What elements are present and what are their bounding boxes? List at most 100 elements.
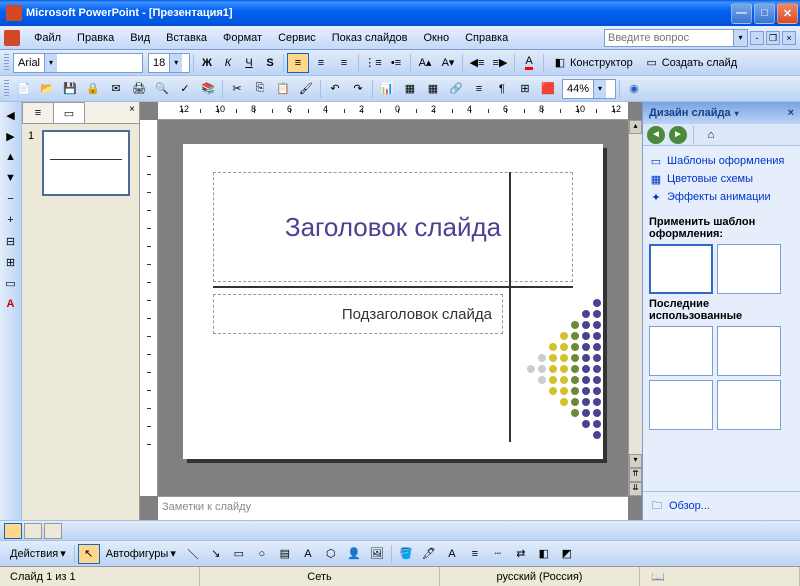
notes-pane[interactable]: Заметки к слайду	[158, 496, 628, 520]
numbering-button[interactable]: ⋮≡	[362, 53, 384, 73]
italic-button[interactable]: К	[218, 53, 238, 73]
insert-table-button[interactable]: ▦	[399, 79, 421, 99]
horizontal-ruler[interactable]: 12108642024681012	[158, 102, 628, 120]
ask-dropdown[interactable]: ▾	[734, 29, 748, 47]
outline-tab[interactable]: ≡	[22, 102, 54, 123]
diagram-button[interactable]: ⬡	[320, 544, 342, 564]
research-button[interactable]: 📚	[197, 79, 219, 99]
next-slide-button[interactable]: ⇊	[629, 482, 642, 496]
demote-button[interactable]: ▶	[1, 127, 21, 145]
template-thumb-3[interactable]	[649, 326, 713, 376]
move-up-button[interactable]: ▲	[1, 148, 21, 166]
menu-format[interactable]: Формат	[215, 29, 270, 47]
redo-button[interactable]: ↷	[347, 79, 369, 99]
format-painter-button[interactable]: 🖌	[295, 79, 317, 99]
decrease-font-button[interactable]: A▾	[437, 53, 459, 73]
menu-slideshow[interactable]: Показ слайдов	[324, 29, 416, 47]
font-color-button-2[interactable]: A	[441, 544, 463, 564]
menu-tools[interactable]: Сервис	[270, 29, 324, 47]
vertical-scrollbar[interactable]: ▴ ▾ ⇈ ⇊	[628, 120, 642, 496]
rectangle-button[interactable]: ▭	[228, 544, 250, 564]
toolbar-grip[interactable]	[4, 54, 9, 72]
color-schemes-link[interactable]: ▦Цветовые схемы	[649, 170, 794, 188]
menu-window[interactable]: Окно	[416, 29, 458, 47]
draw-actions-button[interactable]: Действия ▾	[5, 544, 71, 564]
toolbar-grip-2[interactable]	[4, 80, 9, 98]
expand-all-button[interactable]: ≡	[468, 79, 490, 99]
new-button[interactable]: 📄	[13, 79, 35, 99]
menu-insert[interactable]: Вставка	[158, 29, 215, 47]
collapse-button[interactable]: −	[1, 190, 21, 208]
3d-style-button[interactable]: ◩	[556, 544, 578, 564]
line-color-button[interactable]: 🖊	[418, 544, 440, 564]
nav-back-button[interactable]: ◄	[647, 126, 665, 144]
show-grid-button[interactable]: ⊞	[514, 79, 536, 99]
picture-button[interactable]: 🖼	[366, 544, 388, 564]
prev-slide-button[interactable]: ⇈	[629, 468, 642, 482]
slide-canvas[interactable]: Заголовок слайда Подзаголовок слайда	[158, 120, 628, 496]
arrow-button[interactable]: ↘	[205, 544, 227, 564]
text-shadow-button[interactable]: S	[260, 53, 280, 73]
spelling-button[interactable]: ✓	[174, 79, 196, 99]
vertical-ruler[interactable]	[140, 120, 158, 496]
menu-edit[interactable]: Правка	[69, 29, 122, 47]
menu-help[interactable]: Справка	[457, 29, 516, 47]
promote-button[interactable]: ◀	[1, 106, 21, 124]
help-button[interactable]: ◉	[623, 79, 645, 99]
textbox-button[interactable]: ▤	[274, 544, 296, 564]
line-button[interactable]: ＼	[182, 544, 204, 564]
slide-design-button[interactable]: ◧Конструктор	[547, 53, 638, 73]
menu-file[interactable]: Файл	[26, 29, 69, 47]
template-thumb-6[interactable]	[717, 380, 781, 430]
arrow-style-button[interactable]: ⇄	[510, 544, 532, 564]
copy-button[interactable]: ⎘	[249, 79, 271, 99]
align-left-button[interactable]: ≡	[287, 53, 309, 73]
taskpane-header[interactable]: Дизайн слайда ▾ ×	[643, 102, 800, 124]
color-grayscale-button[interactable]: 🟥	[537, 79, 559, 99]
design-templates-link[interactable]: ▭Шаблоны оформления	[649, 152, 794, 170]
template-thumb-2[interactable]	[717, 244, 781, 294]
minimize-button[interactable]: —	[731, 3, 752, 24]
tables-borders-button[interactable]: ▦	[422, 79, 444, 99]
align-right-button[interactable]: ≡	[333, 53, 355, 73]
dash-style-button[interactable]: ┄	[487, 544, 509, 564]
maximize-button[interactable]: □	[754, 3, 775, 24]
spellcheck-status-icon[interactable]: 📖	[650, 569, 666, 585]
wordart-button[interactable]: A	[297, 544, 319, 564]
summary-slide-button[interactable]: ▭	[1, 274, 21, 292]
title-placeholder[interactable]: Заголовок слайда	[213, 172, 573, 282]
insert-chart-button[interactable]: 📊	[376, 79, 398, 99]
line-style-button[interactable]: ≡	[464, 544, 486, 564]
email-button[interactable]: ✉	[105, 79, 127, 99]
nav-home-button[interactable]: ⌂	[700, 125, 722, 145]
fill-color-button[interactable]: 🪣	[395, 544, 417, 564]
expand-button[interactable]: +	[1, 211, 21, 229]
normal-view-button[interactable]	[4, 523, 22, 539]
template-thumb-4[interactable]	[717, 326, 781, 376]
underline-button[interactable]: Ч	[239, 53, 259, 73]
show-formatting-button-2[interactable]: A	[1, 295, 21, 313]
autoshapes-button[interactable]: Автофигуры ▾	[101, 544, 181, 564]
slideshow-view-button[interactable]	[44, 523, 62, 539]
animation-schemes-link[interactable]: ✦Эффекты анимации	[649, 188, 794, 206]
increase-font-button[interactable]: A▴	[414, 53, 436, 73]
move-down-button[interactable]: ▼	[1, 169, 21, 187]
panel-close-button[interactable]: ×	[125, 102, 139, 123]
print-preview-button[interactable]: 🔍	[151, 79, 173, 99]
expand-all-button-2[interactable]: ⊞	[1, 253, 21, 271]
save-button[interactable]: 💾	[59, 79, 81, 99]
shadow-style-button[interactable]: ◧	[533, 544, 555, 564]
bullets-button[interactable]: •≡	[385, 53, 407, 73]
align-center-button[interactable]: ≡	[310, 53, 332, 73]
show-formatting-button[interactable]: ¶	[491, 79, 513, 99]
taskpane-close-button[interactable]: ×	[788, 107, 794, 119]
open-button[interactable]: 📂	[36, 79, 58, 99]
menu-view[interactable]: Вид	[122, 29, 158, 47]
fontsize-combo[interactable]: 18▾	[148, 53, 190, 73]
cut-button[interactable]: ✂	[226, 79, 248, 99]
font-color-button[interactable]: A	[518, 53, 540, 73]
collapse-all-button[interactable]: ⊟	[1, 232, 21, 250]
increase-indent-button[interactable]: ≡▶	[489, 53, 511, 73]
slide-thumbnail-1[interactable]: 1	[28, 130, 133, 196]
nav-fwd-button[interactable]: ►	[669, 126, 687, 144]
